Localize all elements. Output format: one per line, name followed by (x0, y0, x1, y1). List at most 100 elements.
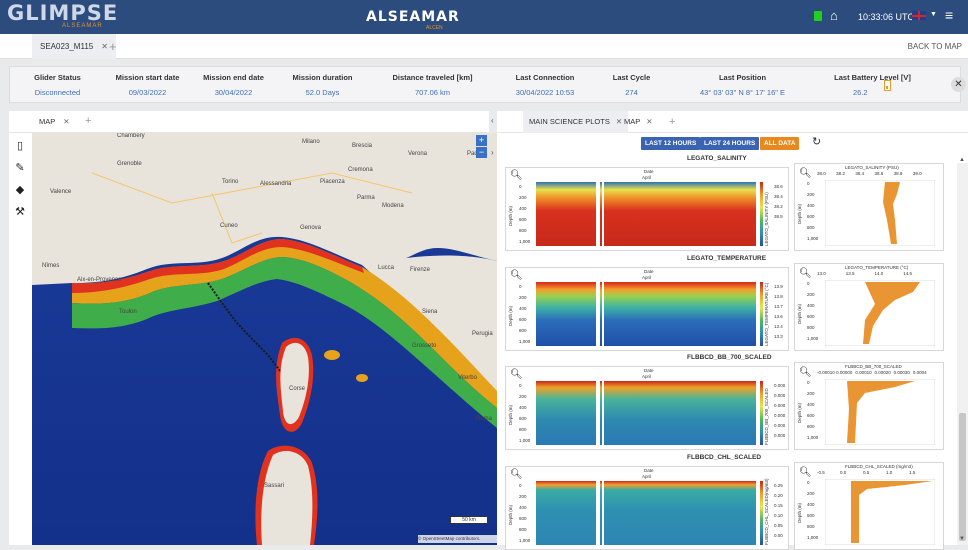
profile-x-tick: 1.5 (909, 470, 916, 475)
colorbar-tick: 0.05 (774, 523, 783, 528)
tab-map-right[interactable]: MAP ✕ (624, 111, 653, 133)
last-cycle: Last Cycle 274 (604, 73, 659, 97)
refresh-icon[interactable]: ↻ (812, 135, 821, 148)
depth-tick: 200 (519, 394, 527, 399)
zoom-icon[interactable]: 🔍︎ (799, 467, 812, 478)
city-label: Siena (422, 309, 438, 315)
battery-icon (884, 80, 891, 91)
city-label: Chambéry (117, 133, 145, 139)
last-connection: Last Connection 30/04/2022 10:53 (505, 73, 585, 97)
profile-points (851, 481, 933, 543)
colorbar-tick: 13.6 (774, 314, 783, 319)
scroll-down-icon[interactable]: ▼ (959, 536, 965, 542)
city-label: Modena (382, 203, 404, 209)
city-label: Grosseto (412, 343, 437, 349)
data-gap (602, 481, 604, 545)
depth-tick: 400 (519, 505, 527, 510)
collapse-right-icon[interactable]: › (491, 148, 494, 157)
close-icon[interactable]: ✕ (63, 117, 69, 126)
tools-icon[interactable]: ✎ (13, 161, 27, 175)
depth-tick: 0 (519, 284, 522, 289)
depth-tick: 0 (807, 380, 810, 385)
zoom-icon[interactable]: 🔍︎ (799, 268, 812, 279)
profile-x-tick: 0.00020 (874, 370, 891, 375)
close-icon[interactable]: ✕ (101, 42, 108, 51)
zoom-icon[interactable]: 🔍︎ (510, 369, 523, 380)
mission-end-value: 30/04/2022 (214, 88, 253, 97)
close-icon[interactable]: ✕ (646, 117, 652, 126)
map-view[interactable]: Chambéry Milano Brescia Verona Padova Gr… (32, 133, 497, 545)
tab-main-science-plots[interactable]: MAIN SCIENCE PLOTS ✕ (523, 111, 629, 133)
left-tab-bar: MAP ✕ + (9, 111, 489, 133)
zoom-icon[interactable]: 🔍︎ (510, 270, 523, 281)
profile-card: 🔍︎ FLBBCD_CHL_SCALED (mg/m3) -0.5 0.0 0.5 1.0… (794, 462, 944, 550)
hamburger-menu-icon[interactable]: ≡ (945, 7, 953, 23)
depth-tick: 400 (519, 206, 527, 211)
depth-tick: 600 (519, 416, 527, 421)
left-panel: MAP ✕ + ▯ ✎ ◆ ⚒ Chambéry Milano Brescia … (9, 111, 497, 545)
scrollbar[interactable] (957, 163, 968, 545)
close-info-icon[interactable]: ✕ (951, 77, 966, 92)
profile-x-tick: 0.00000 (836, 370, 853, 375)
depth-tick: 200 (807, 391, 815, 396)
profile-scatter (825, 280, 935, 346)
profile-card: 🔍︎ LEGATO_SALINITY (PSU) 38.0 38.2 38.4 38.6 3… (794, 163, 944, 251)
add-tab-icon[interactable]: + (85, 115, 91, 127)
colorbar-tick: 13.7 (774, 304, 783, 309)
tab-map[interactable]: MAP ✕ (39, 111, 70, 133)
zoom-icon[interactable]: 🔍︎ (799, 367, 812, 378)
back-to-map-link[interactable]: BACK TO MAP (908, 42, 962, 51)
colorbar-tick: 0.10 (774, 513, 783, 518)
depth-tick: 0 (807, 480, 810, 485)
data-gap (596, 182, 600, 246)
last-12-hours-button[interactable]: LAST 12 HOURS (641, 137, 701, 150)
layers-icon[interactable]: ◆ (13, 183, 27, 197)
profile-x-tick: 14.5 (903, 271, 913, 276)
close-icon[interactable]: ✕ (616, 117, 622, 126)
tab-label: SEA023_M115 (40, 42, 94, 51)
zoom-out-button[interactable]: − (476, 147, 487, 158)
depth-tick: 0 (807, 181, 810, 186)
home-icon[interactable]: ⌂ (830, 8, 838, 23)
colorbar-label: FLBBCD_CHL_SCALED(mg/m3) (764, 478, 769, 545)
city-label: Parma (357, 195, 375, 201)
y-axis-label: Depth (m) (508, 305, 513, 326)
collapse-left-icon[interactable]: ‹ (491, 116, 494, 125)
map-attribution[interactable]: © OpenStreetMap contributors. (418, 535, 497, 543)
depth-tick: 600 (519, 516, 527, 521)
add-tab-icon[interactable]: + (669, 111, 675, 133)
depth-tick: 1,000 (519, 239, 531, 244)
x-axis-label: Date (644, 368, 654, 373)
city-label: Milano (302, 139, 320, 145)
x-axis-label: Date (644, 169, 654, 174)
all-data-button[interactable]: ALL DATA (760, 137, 800, 150)
depth-tick: 800 (807, 325, 815, 330)
depth-tick: 800 (807, 524, 815, 529)
uk-flag-icon[interactable] (912, 11, 926, 20)
y-axis-label: Depth (m) (797, 203, 802, 224)
profile-x-tick: 0.00030 (893, 370, 910, 375)
language-caret-icon[interactable]: ▼ (930, 11, 937, 18)
colorbar-tick: 13.9 (774, 284, 783, 289)
scroll-up-icon[interactable]: ▲ (959, 157, 965, 163)
depth-tick: 200 (519, 295, 527, 300)
profile-scatter (825, 479, 935, 545)
tab-sea023-m115[interactable]: SEA023_M115 ✕ (32, 34, 116, 59)
last-24-hours-button[interactable]: LAST 24 HOURS (700, 137, 760, 150)
battery-value: 26.2 (853, 88, 868, 97)
zoom-icon[interactable]: 🔍︎ (510, 469, 523, 480)
depth-tick: 1,000 (807, 435, 819, 440)
zoom-icon[interactable]: 🔍︎ (510, 170, 523, 181)
app-logo: GLIMPSE (7, 1, 119, 25)
depth-tick: 800 (519, 527, 527, 532)
data-gap (602, 182, 604, 246)
wrench-icon[interactable]: ⚒ (13, 205, 27, 219)
add-tab-icon[interactable]: + (109, 39, 117, 54)
map-icon[interactable]: ▯ (13, 139, 27, 153)
scrollbar-thumb[interactable] (959, 413, 966, 541)
last-cycle-value: 274 (625, 88, 638, 97)
depth-tick: 0 (519, 483, 522, 488)
x-axis-month: April (642, 175, 652, 180)
zoom-in-button[interactable]: + (476, 135, 487, 146)
zoom-icon[interactable]: 🔍︎ (799, 168, 812, 179)
